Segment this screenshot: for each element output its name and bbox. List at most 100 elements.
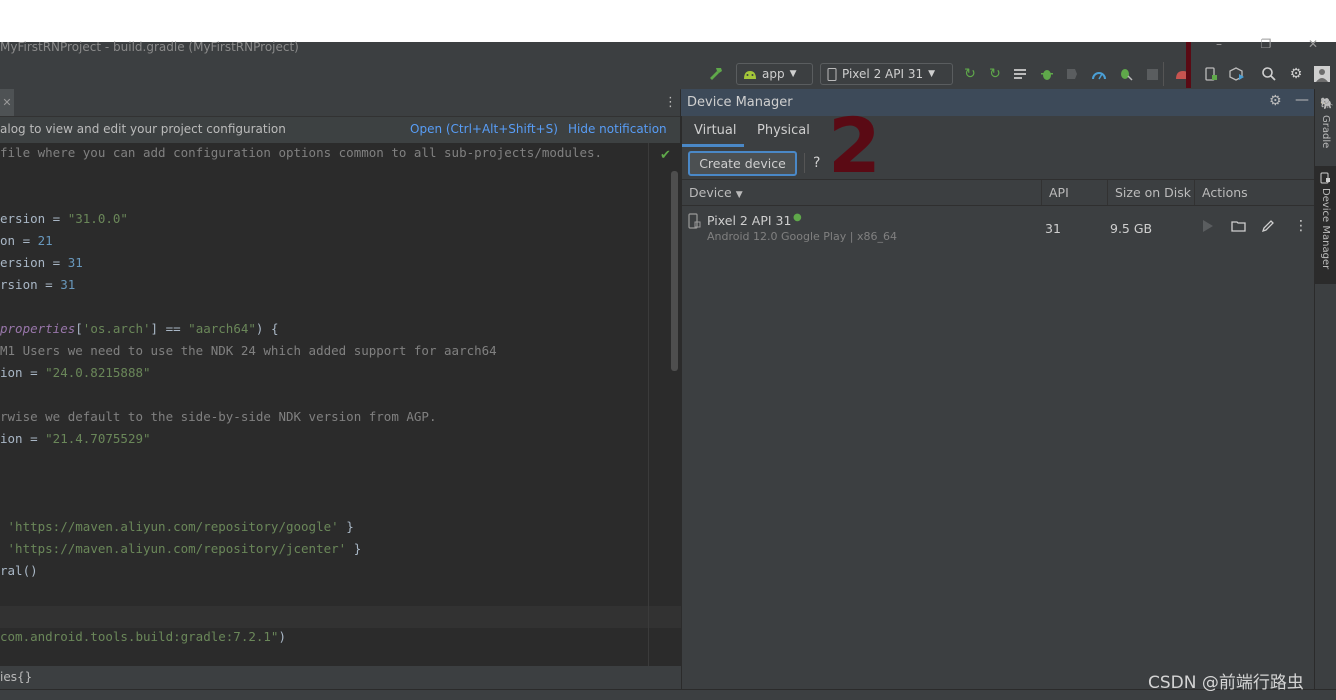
column-api[interactable]: API <box>1042 180 1108 205</box>
code-token: "24.0.8215888" <box>45 365 151 380</box>
code-line: file where you can add configuration opt… <box>0 145 602 160</box>
code-token: properties <box>0 321 76 336</box>
notification-banner: alog to view and edit your project confi… <box>0 117 680 143</box>
code-token: ersion = <box>0 211 68 226</box>
code-token: on = <box>0 233 38 248</box>
create-device-button[interactable]: Create device <box>688 151 797 176</box>
settings-gear-icon[interactable]: ⚙ <box>1286 64 1306 84</box>
code-editor[interactable]: file where you can add configuration opt… <box>0 143 681 666</box>
run-list-icon[interactable] <box>1011 64 1031 84</box>
build-hammer-icon[interactable] <box>706 64 726 84</box>
code-line: com.android.tools.build:gradle:7.2.1") <box>0 629 286 644</box>
run-config-label: app <box>762 67 785 81</box>
code-token: "31.0.0" <box>67 211 128 226</box>
apply-changes-restart-icon[interactable]: ↻ <box>960 64 980 84</box>
device-manager-tool-button[interactable]: Device Manager <box>1315 166 1336 284</box>
annotation-number: 2 <box>828 101 881 190</box>
watermark: CSDN @前端行路虫 <box>1148 673 1304 693</box>
edit-pencil-icon[interactable] <box>1261 219 1275 233</box>
minimize-button[interactable]: – <box>1204 37 1234 51</box>
top-blank-area <box>0 0 1336 42</box>
launch-play-icon[interactable] <box>1202 219 1214 233</box>
code-token: "aarch64" <box>188 321 256 336</box>
hide-panel-icon[interactable]: — <box>1295 92 1309 108</box>
device-manager-toolbar-icon[interactable] <box>1201 64 1221 84</box>
code-token: 31 <box>67 255 83 270</box>
code-token: [ <box>75 321 83 336</box>
code-token: } <box>346 541 362 556</box>
device-manager-label: Device Manager <box>1320 188 1331 270</box>
breadcrumb[interactable]: ies{} <box>0 670 32 684</box>
code-line: on = 21 <box>0 233 53 248</box>
virtual-device-icon <box>688 213 701 229</box>
gradle-tool-button[interactable]: 🐘 Gradle <box>1315 97 1336 157</box>
debug-bug-icon[interactable] <box>1037 64 1057 84</box>
tab-virtual[interactable]: Virtual <box>682 117 744 147</box>
coverage-icon[interactable] <box>1062 64 1082 84</box>
code-token: 'os.arch' <box>82 321 151 336</box>
toolbar-separator <box>1163 62 1164 86</box>
attach-debugger-icon[interactable] <box>1116 64 1136 84</box>
chevron-down-icon: ▼ <box>789 69 797 79</box>
column-size[interactable]: Size on Disk <box>1108 180 1195 205</box>
window-title: MyFirstRNProject - build.gradle (MyFirst… <box>0 40 299 54</box>
device-api: 31 <box>1045 221 1061 236</box>
code-token: ] == <box>150 321 189 336</box>
code-token: ersion = <box>0 255 68 270</box>
tab-selected-indicator <box>682 144 744 147</box>
device-manager-icon <box>1320 172 1331 184</box>
code-token: } <box>338 519 354 534</box>
right-tool-strip: 🐘 Gradle Device Manager <box>1314 89 1336 689</box>
code-line: ion = "21.4.7075529" <box>0 431 151 446</box>
column-device[interactable]: Device ▼ <box>682 180 1042 205</box>
code-token: 'https://maven.aliyun.com/repository/jce… <box>7 541 347 556</box>
open-project-structure-link[interactable]: Open (Ctrl+Alt+Shift+S) <box>410 122 558 136</box>
notification-text: alog to view and edit your project confi… <box>0 122 286 136</box>
code-line: ral() <box>0 563 38 578</box>
editor-breadcrumb-bar: ies{} <box>0 666 681 689</box>
code-token: ion = <box>0 365 46 380</box>
code-token: ) <box>278 629 286 644</box>
annotation-mark <box>1186 42 1191 88</box>
chevron-down-icon: ▼ <box>928 69 936 79</box>
device-selector-dropdown[interactable]: Pixel 2 API 31 ▼ <box>820 63 953 85</box>
tab-virtual-label: Virtual <box>694 123 737 138</box>
right-margin-guide <box>648 143 649 666</box>
table-row[interactable]: Pixel 2 API 31 ● Android 12.0 Google Pla… <box>682 205 1314 251</box>
code-line: ersion = "31.0.0" <box>0 211 128 226</box>
hide-notification-link[interactable]: Hide notification <box>568 122 667 136</box>
sort-down-icon: ▼ <box>735 190 743 200</box>
code-token: 'https://maven.aliyun.com/repository/goo… <box>7 519 339 534</box>
code-token: file where you can add configuration opt… <box>0 145 603 160</box>
code-token: com.android.tools.build:gradle:7.2.1" <box>0 629 279 644</box>
device-manager-title: Device Manager <box>687 95 793 110</box>
code-token: ) { <box>255 321 279 336</box>
show-on-disk-folder-icon[interactable] <box>1231 220 1247 232</box>
more-actions-icon[interactable]: ⋮ <box>1294 218 1308 234</box>
restore-button[interactable]: ❐ <box>1251 37 1281 51</box>
tab-physical[interactable]: Physical <box>746 117 816 147</box>
close-tab-icon[interactable]: ✕ <box>0 89 14 116</box>
phone-icon <box>827 67 837 81</box>
device-name: Pixel 2 API 31 <box>707 213 792 228</box>
tab-options-menu-icon[interactable]: ⋮ <box>664 95 677 110</box>
toolbar-separator <box>804 153 805 173</box>
run-config-dropdown[interactable]: app ▼ <box>736 63 813 85</box>
code-token: 21 <box>37 233 53 248</box>
apply-code-changes-icon[interactable]: ↻ <box>985 64 1005 84</box>
panel-settings-icon[interactable]: ⚙ <box>1269 93 1282 109</box>
tab-physical-label: Physical <box>757 123 810 138</box>
editor-scrollbar[interactable] <box>671 171 678 371</box>
account-avatar-icon[interactable] <box>1312 64 1332 84</box>
code-token: "21.4.7075529" <box>45 431 151 446</box>
sdk-manager-icon[interactable] <box>1227 64 1247 84</box>
close-window-button[interactable]: ✕ <box>1298 37 1328 51</box>
code-token: ral() <box>0 563 38 578</box>
help-button[interactable]: ? <box>813 155 820 171</box>
profiler-gauge-icon[interactable] <box>1089 64 1109 84</box>
code-line: rwise we default to the side-by-side NDK… <box>0 409 437 424</box>
search-icon[interactable] <box>1259 64 1279 84</box>
stop-icon[interactable] <box>1142 64 1162 84</box>
